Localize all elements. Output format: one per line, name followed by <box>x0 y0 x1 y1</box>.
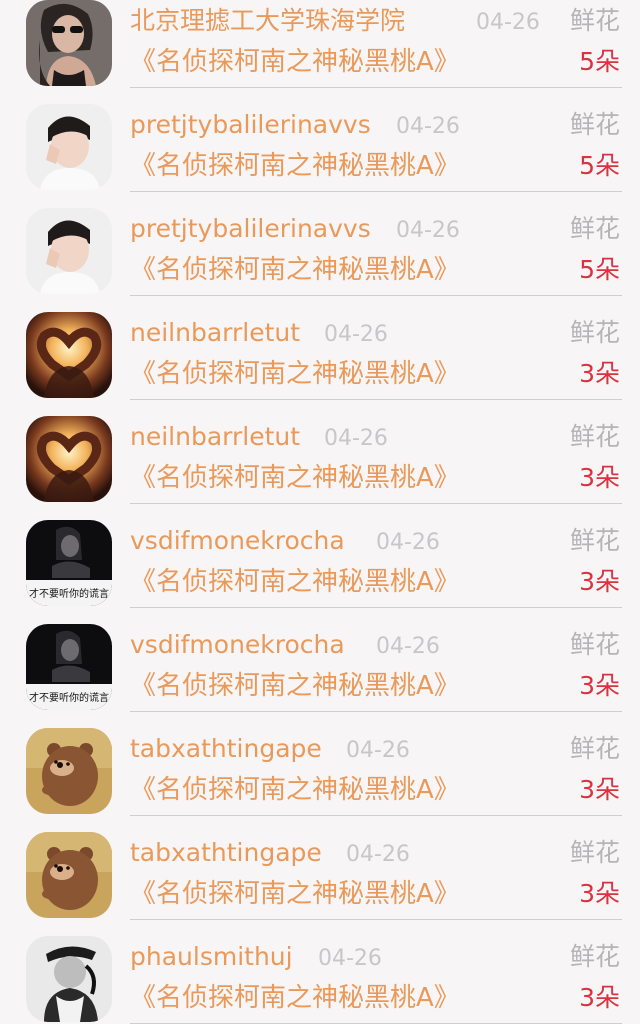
username[interactable]: neilnbarrletut <box>130 420 300 454</box>
brown-bear-avatar-icon <box>26 728 112 814</box>
book-title[interactable]: 《名侦探柯南之神秘黑桃A》 <box>130 252 460 288</box>
username[interactable]: vsdifmonekrocha <box>130 524 345 558</box>
avatar-caption: 才不要听你的谎言 <box>29 691 109 704</box>
date: 04-26 <box>396 114 460 139</box>
list-item[interactable]: tabxathtingape 04-26 鲜花 《名侦探柯南之神秘黑桃A》 3朵 <box>0 728 640 832</box>
book-title[interactable]: 《名侦探柯南之神秘黑桃A》 <box>130 772 460 808</box>
brown-bear-avatar-icon <box>26 832 112 918</box>
list-item[interactable]: 才不要听你的谎言 vsdifmonekrocha 04-26 鲜花 《名侦探柯南… <box>0 520 640 624</box>
list-item[interactable]: neilnbarrletut 04-26 鲜花 《名侦探柯南之神秘黑桃A》 3朵 <box>0 312 640 416</box>
woman-sunglasses-avatar-icon <box>26 0 112 86</box>
username[interactable]: tabxathtingape <box>130 732 322 766</box>
avatar[interactable]: 才不要听你的谎言 <box>26 520 112 606</box>
dark-girl-caption-avatar-icon: 才不要听你的谎言 <box>26 520 112 606</box>
list-item[interactable]: phaulsmithuj 04-26 鲜花 《名侦探柯南之神秘黑桃A》 3朵 <box>0 936 640 1024</box>
avatar[interactable]: 才不要听你的谎言 <box>26 624 112 710</box>
gift-type: 鲜花 <box>569 214 620 243</box>
list-item[interactable]: 北京理摅工大学珠海学院 04-26 鲜花 《名侦探柯南之神秘黑桃A》 5朵 <box>0 0 640 104</box>
divider <box>130 919 622 920</box>
book-title[interactable]: 《名侦探柯南之神秘黑桃A》 <box>130 148 460 184</box>
boy-hand-face-avatar-icon <box>26 104 112 190</box>
book-title[interactable]: 《名侦探柯南之神秘黑桃A》 <box>130 564 460 600</box>
date: 04-26 <box>324 322 388 347</box>
list-item[interactable]: tabxathtingape 04-26 鲜花 《名侦探柯南之神秘黑桃A》 3朵 <box>0 832 640 936</box>
book-title[interactable]: 《名侦探柯南之神秘黑桃A》 <box>130 668 460 704</box>
divider <box>130 711 622 712</box>
avatar[interactable] <box>26 728 112 814</box>
divider <box>130 87 622 88</box>
book-title[interactable]: 《名侦探柯南之神秘黑桃A》 <box>130 980 460 1016</box>
username[interactable]: neilnbarrletut <box>130 316 300 350</box>
gift-count: 5朵 <box>579 151 620 180</box>
gift-type: 鲜花 <box>569 734 620 763</box>
avatar[interactable] <box>26 936 112 1022</box>
avatar[interactable] <box>26 104 112 190</box>
gift-count: 3朵 <box>579 983 620 1012</box>
book-title[interactable]: 《名侦探柯南之神秘黑桃A》 <box>130 460 460 496</box>
divider <box>130 399 622 400</box>
date: 04-26 <box>376 634 440 659</box>
gift-count: 3朵 <box>579 879 620 908</box>
username[interactable]: vsdifmonekrocha <box>130 628 345 662</box>
gift-count: 3朵 <box>579 463 620 492</box>
list-item[interactable]: pretjtybalilerinavvs 04-26 鲜花 《名侦探柯南之神秘黑… <box>0 208 640 312</box>
heart-hands-sunset-avatar-icon <box>26 312 112 398</box>
username[interactable]: pretjtybalilerinavvs <box>130 108 371 142</box>
avatar[interactable] <box>26 0 112 86</box>
heart-hands-sunset-avatar-icon <box>26 416 112 502</box>
divider <box>130 503 622 504</box>
gift-list: 北京理摅工大学珠海学院 04-26 鲜花 《名侦探柯南之神秘黑桃A》 5朵 pr… <box>0 0 640 1024</box>
bw-person-cap-avatar-icon <box>26 936 112 1022</box>
divider <box>130 815 622 816</box>
date: 04-26 <box>318 946 382 971</box>
avatar[interactable] <box>26 208 112 294</box>
boy-hand-face-avatar-icon <box>26 208 112 294</box>
date: 04-26 <box>476 10 540 35</box>
gift-type: 鲜花 <box>569 630 620 659</box>
list-item[interactable]: pretjtybalilerinavvs 04-26 鲜花 《名侦探柯南之神秘黑… <box>0 104 640 208</box>
avatar[interactable] <box>26 832 112 918</box>
gift-type: 鲜花 <box>569 838 620 867</box>
date: 04-26 <box>376 530 440 555</box>
divider <box>130 191 622 192</box>
date: 04-26 <box>324 426 388 451</box>
gift-type: 鲜花 <box>569 422 620 451</box>
book-title[interactable]: 《名侦探柯南之神秘黑桃A》 <box>130 44 460 80</box>
gift-count: 5朵 <box>579 47 620 76</box>
username[interactable]: phaulsmithuj <box>130 940 293 974</box>
list-item[interactable]: neilnbarrletut 04-26 鲜花 《名侦探柯南之神秘黑桃A》 3朵 <box>0 416 640 520</box>
book-title[interactable]: 《名侦探柯南之神秘黑桃A》 <box>130 876 460 912</box>
gift-count: 3朵 <box>579 359 620 388</box>
username[interactable]: 北京理摅工大学珠海学院 <box>130 4 405 38</box>
gift-type: 鲜花 <box>569 942 620 971</box>
list-item[interactable]: 才不要听你的谎言 vsdifmonekrocha 04-26 鲜花 《名侦探柯南… <box>0 624 640 728</box>
date: 04-26 <box>346 738 410 763</box>
gift-count: 3朵 <box>579 775 620 804</box>
dark-girl-caption-avatar-icon: 才不要听你的谎言 <box>26 624 112 710</box>
avatar[interactable] <box>26 312 112 398</box>
username[interactable]: tabxathtingape <box>130 836 322 870</box>
gift-type: 鲜花 <box>569 6 620 35</box>
date: 04-26 <box>346 842 410 867</box>
avatar-caption: 才不要听你的谎言 <box>29 587 109 600</box>
gift-count: 5朵 <box>579 255 620 284</box>
divider <box>130 607 622 608</box>
gift-type: 鲜花 <box>569 526 620 555</box>
gift-count: 3朵 <box>579 567 620 596</box>
divider <box>130 295 622 296</box>
gift-type: 鲜花 <box>569 318 620 347</box>
gift-type: 鲜花 <box>569 110 620 139</box>
username[interactable]: pretjtybalilerinavvs <box>130 212 371 246</box>
book-title[interactable]: 《名侦探柯南之神秘黑桃A》 <box>130 356 460 392</box>
date: 04-26 <box>396 218 460 243</box>
gift-count: 3朵 <box>579 671 620 700</box>
avatar[interactable] <box>26 416 112 502</box>
